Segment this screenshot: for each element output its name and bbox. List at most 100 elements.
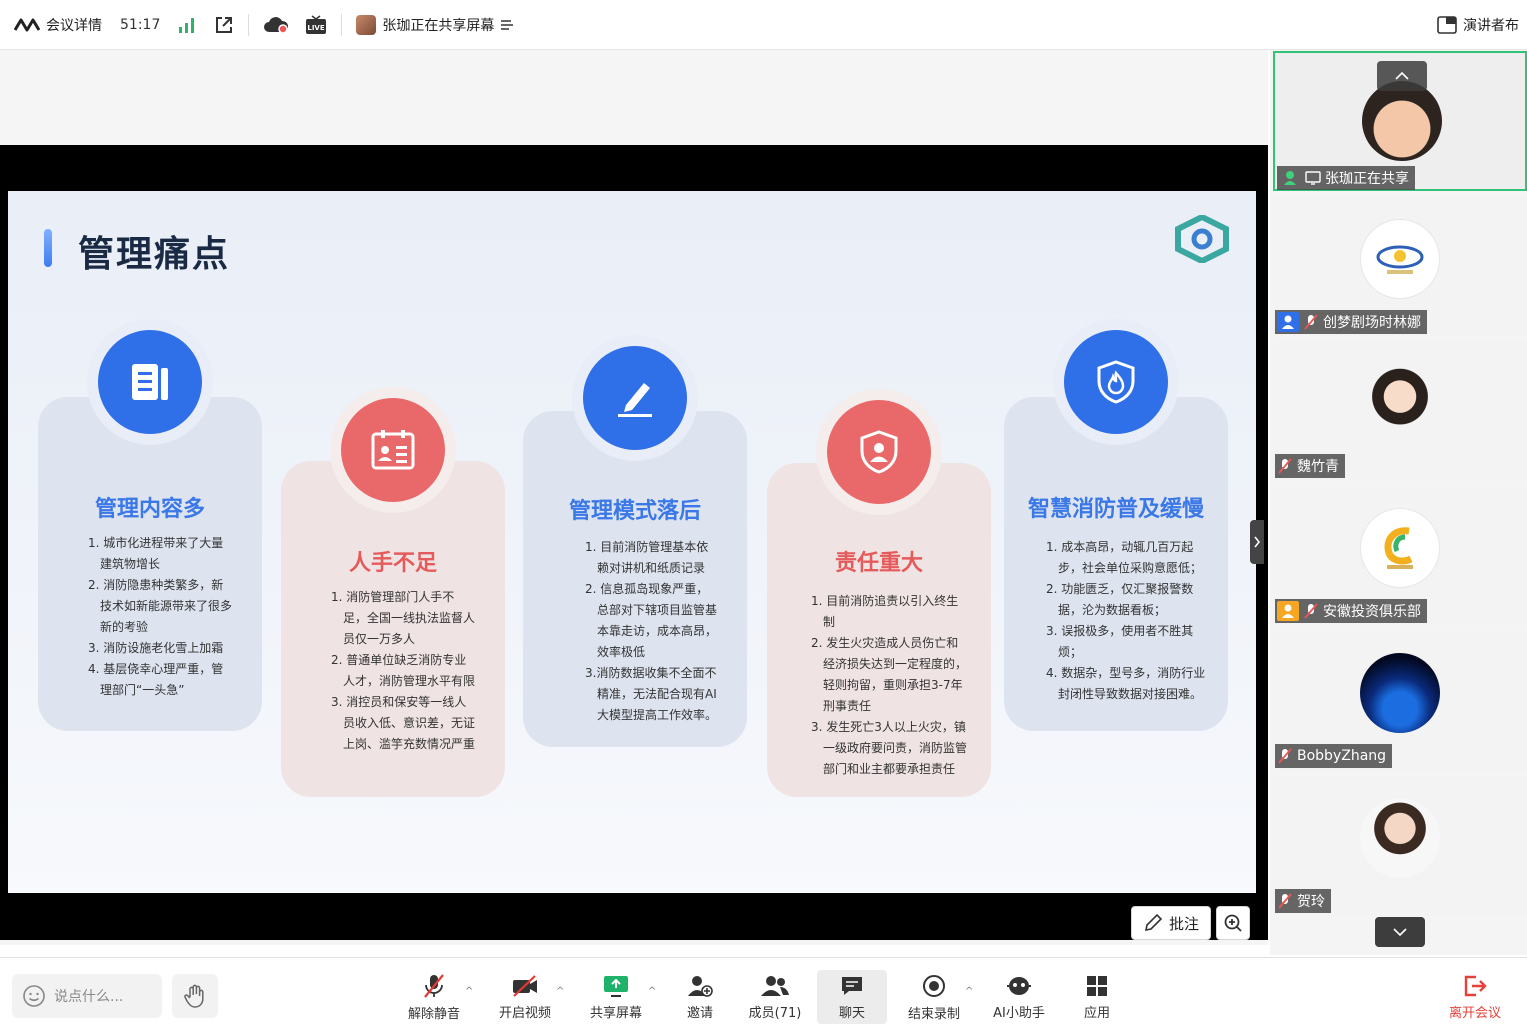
- annotate-button[interactable]: 批注: [1131, 906, 1211, 940]
- avatar: [1360, 798, 1440, 878]
- pain-point-card-smart-fire: 智慧消防普及缓慢 1. 成本高昂，动辄几百万起步，社会单位采购意愿低； 2. 功…: [1004, 319, 1228, 731]
- leave-meeting-button[interactable]: 离开会议: [1440, 970, 1510, 1024]
- live-icon[interactable]: LIVE: [305, 14, 327, 35]
- cloud-record-icon[interactable]: [263, 16, 289, 34]
- apps-icon: [1087, 975, 1107, 996]
- card-item: 3.消防数据收集不全面不精准，无法配合现有AI大模型提高工作效率。: [585, 666, 718, 722]
- collapse-panel-handle[interactable]: [1250, 520, 1264, 564]
- participant-panel: 张珈正在共享 创梦剧场时林娜 魏竹青 安徽投资俱乐部 BobbyZhang 贺玲: [1270, 50, 1527, 955]
- card-body: 1. 城市化进程带来了大量建筑物增长 2. 消防隐患种类繁多，新技术如新能源带来…: [88, 533, 232, 701]
- svg-text:LIVE: LIVE: [308, 24, 325, 32]
- participant-name-tag: 创梦剧场时林娜: [1275, 310, 1427, 334]
- participant-tile[interactable]: 创梦剧场时林娜: [1273, 196, 1527, 336]
- zoom-button[interactable]: [1216, 906, 1250, 940]
- pain-point-card-content: 管理内容多 1. 城市化进程带来了大量建筑物增长 2. 消防隐患种类繁多，新技术…: [38, 319, 262, 731]
- card-item: 1. 目前消防追责以引入终生制: [811, 594, 959, 629]
- card-title: 智慧消防普及缓慢: [1027, 497, 1204, 522]
- presentation-slide: 管理痛点 管理内容多 1. 城市化进程带来了大量建筑物增长 2. 消防隐患种类繁…: [8, 191, 1256, 893]
- chat-placeholder: 说点什么...: [54, 989, 124, 1005]
- video-options-caret[interactable]: ^: [556, 986, 564, 997]
- signal-icon[interactable]: [178, 17, 196, 33]
- share-screen-button[interactable]: 共享屏幕: [581, 970, 651, 1024]
- unmute-button[interactable]: 解除静音: [399, 970, 469, 1024]
- invite-label: 邀请: [686, 1005, 713, 1021]
- record-options-caret[interactable]: ^: [965, 986, 973, 997]
- presenter-layout-button[interactable]: 演讲者布: [1437, 15, 1519, 35]
- screen-share-icon: [1305, 171, 1321, 185]
- record-icon: [923, 974, 945, 997]
- title-accent-bar: [44, 229, 52, 267]
- emoji-icon: [23, 985, 45, 1007]
- participant-tile[interactable]: 张珈正在共享: [1273, 51, 1527, 191]
- sharing-status[interactable]: 张珈正在共享屏幕: [356, 14, 514, 35]
- share-screen-label: 共享屏幕: [589, 1005, 642, 1021]
- card-body: 1. 成本高昂，动辄几百万起步，社会单位采购意愿低； 2. 功能匮乏，仅汇聚报警…: [1046, 537, 1208, 705]
- participant-tile[interactable]: 安徽投资俱乐部: [1273, 486, 1527, 626]
- chat-label: 聊天: [838, 1005, 865, 1021]
- participant-tile[interactable]: BobbyZhang: [1273, 631, 1527, 771]
- ai-assistant-icon: [1007, 976, 1031, 995]
- avatar: [1360, 219, 1440, 299]
- card-item: 2. 信息孤岛现象严重，总部对下辖项目监管基本靠走访，成本高昂，效率极低: [585, 582, 718, 659]
- timer-text: 51:17: [120, 16, 161, 33]
- stop-recording-button[interactable]: 结束录制: [899, 970, 969, 1024]
- start-video-button[interactable]: 开启视频: [490, 970, 560, 1024]
- leave-icon: [1464, 975, 1487, 996]
- card-item: 1. 消防管理部门人手不足，全国一线执法监督人员仅一万多人: [331, 590, 476, 646]
- mic-muted-icon: [1278, 893, 1292, 909]
- menu-lines-icon: [501, 19, 514, 30]
- participant-name: 贺玲: [1297, 894, 1325, 910]
- id-card-icon: [341, 398, 445, 502]
- ai-assistant-button[interactable]: AI小助手: [984, 970, 1054, 1024]
- chat-button[interactable]: 聊天: [817, 970, 887, 1024]
- tencent-meeting-logo-icon: [14, 18, 40, 31]
- company-logo-icon: [1175, 215, 1229, 263]
- card-item: 2. 发生火灾造成人员伤亡和经济损失达到一定程度的，轻则拘留，重则承担3-7年刑…: [811, 636, 968, 713]
- raise-hand-button[interactable]: [172, 974, 218, 1018]
- pen-icon: [583, 346, 687, 450]
- participant-tile[interactable]: 贺玲: [1273, 776, 1527, 916]
- card-item: 2. 功能匮乏，仅汇聚报警数据，沦为数据看板；: [1046, 582, 1194, 617]
- pain-point-card-model: 管理模式落后 1. 目前消防管理基本依赖对讲机和纸质记录 2. 信息孤岛现象严重…: [523, 335, 747, 747]
- top-toolbar: 会议详情 51:17 LIVE 张珈正在共享屏幕 演讲者布: [0, 0, 1527, 50]
- layout-icon: [1437, 15, 1457, 34]
- apps-button[interactable]: 应用: [1062, 970, 1132, 1024]
- shield-user-icon: [827, 400, 931, 504]
- members-icon: [761, 975, 789, 996]
- scroll-down-button[interactable]: [1375, 917, 1425, 947]
- share-options-caret[interactable]: ^: [648, 986, 656, 997]
- participant-name: 创梦剧场时林娜: [1323, 315, 1421, 331]
- bottom-toolbar: 说点什么... 解除静音 ^ 开启视频 ^ 共享屏幕 ^ 邀请 成员(71) 聊…: [0, 957, 1527, 1035]
- card-item: 2. 普通单位缺乏消防专业人才，消防管理水平有限: [331, 653, 476, 688]
- participant-name-tag: 安徽投资俱乐部: [1275, 599, 1427, 623]
- participant-name: 安徽投资俱乐部: [1323, 604, 1421, 620]
- chevron-down-icon: [1393, 928, 1407, 936]
- external-link-icon[interactable]: [214, 15, 234, 35]
- sharing-status-text: 张珈正在共享屏幕: [382, 17, 495, 34]
- ai-assistant-label: AI小助手: [993, 1005, 1045, 1021]
- mic-muted-icon: [1304, 603, 1318, 619]
- pain-point-card-responsibility: 责任重大 1. 目前消防追责以引入终生制 2. 发生火灾造成人员伤亡和经济损失达…: [767, 389, 991, 797]
- share-screen-icon: [604, 975, 628, 997]
- meeting-info-button[interactable]: 会议详情: [14, 15, 102, 35]
- card-item: 2. 消防隐患种类繁多，新技术如新能源带来了很多新的考验: [88, 578, 233, 634]
- members-button[interactable]: 成员(71): [740, 970, 810, 1024]
- participant-name-tag: 张珈正在共享: [1277, 166, 1415, 190]
- card-item: 4. 数据杂，型号多，消防行业封闭性导致数据对接困难。: [1046, 666, 1206, 701]
- card-body: 1. 目前消防追责以引入终生制 2. 发生火灾造成人员伤亡和经济损失达到一定程度…: [811, 591, 967, 780]
- chat-icon: [842, 976, 862, 995]
- chevron-right-icon: [1254, 536, 1261, 548]
- invite-button[interactable]: 邀请: [665, 970, 735, 1024]
- slide-title: 管理痛点: [78, 233, 231, 275]
- unmute-options-caret[interactable]: ^: [465, 986, 473, 997]
- cohost-icon: [1277, 312, 1299, 332]
- raise-hand-icon: [184, 984, 204, 1008]
- participant-name-tag: BobbyZhang: [1275, 744, 1393, 768]
- avatar: [1360, 653, 1440, 733]
- chat-quick-input[interactable]: 说点什么...: [12, 974, 162, 1018]
- scroll-up-button[interactable]: [1377, 61, 1427, 91]
- avatar: [1362, 81, 1442, 161]
- participant-tile[interactable]: 魏竹青: [1273, 341, 1527, 481]
- stop-recording-label: 结束录制: [907, 1006, 960, 1022]
- host-icon: [1279, 168, 1301, 188]
